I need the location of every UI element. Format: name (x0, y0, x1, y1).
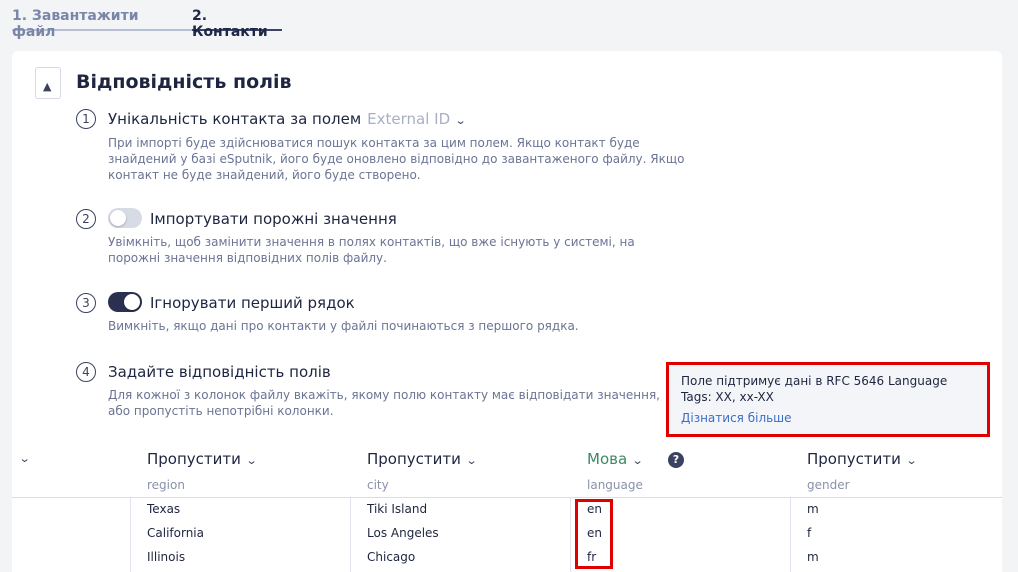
toggle-knob (124, 294, 140, 310)
learn-more-link[interactable]: Дізнатися більше (681, 410, 975, 426)
chevron-down-icon: ⌄ (905, 454, 918, 467)
table-cell: Los Angeles (367, 526, 439, 540)
column-divider (790, 498, 791, 572)
step-divider (180, 0, 192, 31)
column-source-name: region (147, 478, 185, 492)
column-source-name: city (367, 478, 389, 492)
step-number-3: 3 (76, 293, 96, 313)
chevron-down-icon[interactable]: ⌄ (19, 452, 31, 465)
table-cell: m (807, 550, 819, 564)
field-select-value: Пропустити (807, 450, 901, 468)
import-empty-values-label: Імпортувати порожні значення (150, 210, 397, 228)
column-divider (570, 498, 571, 572)
language-values-highlight (575, 499, 613, 569)
tooltip-text-line2: Tags: XX, xx-XX (681, 390, 774, 404)
step-number-2: 2 (76, 209, 96, 229)
ignore-first-row-description: Вимкніть, якщо дані про контакти у файлі… (108, 319, 579, 333)
help-question-icon[interactable]: ? (668, 452, 684, 468)
table-cell: m (807, 502, 819, 516)
table-cell: Chicago (367, 550, 416, 564)
column-field-select-region[interactable]: Пропустити ⌄ (147, 450, 258, 468)
ignore-first-row-label: Ігнорувати перший рядок (150, 294, 355, 312)
column-field-select-gender[interactable]: Пропустити ⌄ (807, 450, 918, 468)
card-title: Відповідність полів (76, 71, 292, 93)
table-cell: California (147, 526, 204, 540)
field-select-value: Пропустити (147, 450, 241, 468)
chevron-down-icon: ⌄ (245, 454, 258, 467)
column-divider (130, 498, 131, 572)
toggle-knob (110, 210, 126, 226)
import-empty-values-description: Увімкніть, щоб замінити значення в полях… (108, 235, 635, 265)
tooltip-text-line1: Поле підтримує дані в RFC 5646 Language (681, 374, 948, 388)
column-field-select-city[interactable]: Пропустити ⌄ (367, 450, 478, 468)
table-header-divider (12, 497, 1002, 498)
field-select-value: Пропустити (367, 450, 461, 468)
map-fields-description: Для кожної з колонок файлу вкажіть, яком… (108, 388, 660, 418)
language-field-tooltip: Поле підтримує дані в RFC 5646 Language … (666, 362, 990, 437)
step-number-4: 4 (76, 362, 96, 382)
field-mapping-card: ▲ Відповідність полів 1 Унікальність кон… (12, 51, 1002, 572)
chevron-down-icon: ⌄ (631, 454, 644, 467)
step-number-1: 1 (76, 109, 96, 129)
step-upload-file[interactable]: 1. Завантажити файл (12, 0, 180, 40)
upload-file-icon: ▲ (35, 67, 61, 99)
unique-field-description: При імпорті буде здійснюватися пошук кон… (108, 136, 685, 182)
import-empty-values-toggle[interactable] (108, 208, 142, 228)
column-field-select-language[interactable]: Мова ⌄ (587, 450, 644, 468)
unique-field-label: Унікальність контакта за полем (108, 110, 362, 128)
map-fields-label: Задайте відповідність полів (108, 363, 331, 381)
table-cell: Tiki Island (367, 502, 428, 516)
chevron-down-icon: ⌄ (465, 454, 478, 467)
table-cell: Texas (147, 502, 181, 516)
table-cell: Illinois (147, 550, 186, 564)
column-source-name: gender (807, 478, 850, 492)
column-divider (350, 498, 351, 572)
column-source-name: language (587, 478, 643, 492)
step-contacts[interactable]: 2. Контакти (192, 0, 282, 40)
unique-field-row: Унікальність контакта за полем External I… (108, 110, 467, 128)
chevron-down-icon[interactable]: ⌄ (455, 114, 467, 127)
import-steps: 1. Завантажити файл 2. Контакти (12, 0, 282, 40)
table-cell: f (807, 526, 812, 540)
field-select-value: Мова (587, 450, 628, 468)
unique-field-select[interactable]: External ID (367, 110, 450, 128)
ignore-first-row-toggle[interactable] (108, 292, 142, 312)
